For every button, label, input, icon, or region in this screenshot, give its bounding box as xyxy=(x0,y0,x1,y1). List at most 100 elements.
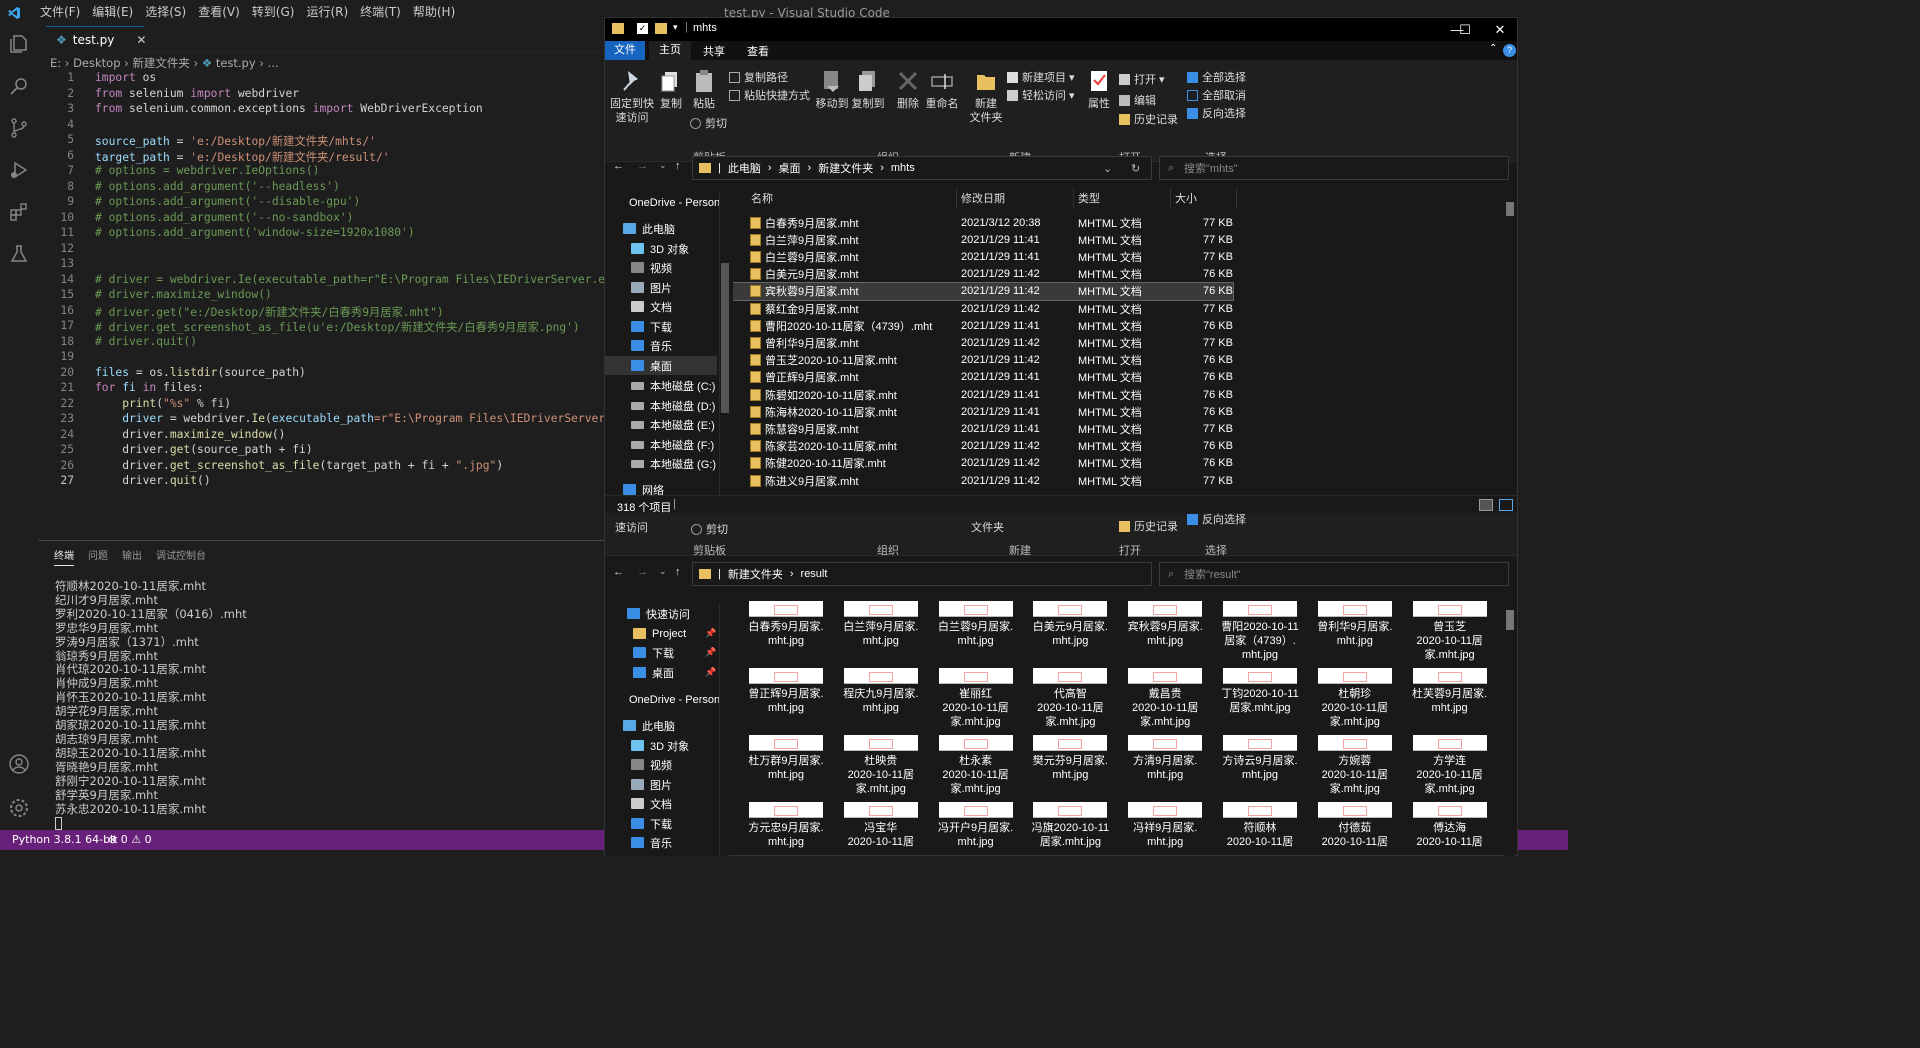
move-to-button[interactable]: 移动到 xyxy=(815,68,849,111)
maximize-button[interactable]: ☐ xyxy=(1446,18,1484,41)
image-thumbnail[interactable]: 戴昌贵 2020-10-11居 家.mht.jpg xyxy=(1120,668,1210,729)
file-row[interactable]: 白兰萍9月居家.mht 2021/1/29 11:41 MHTML 文档 77 KB xyxy=(733,231,1233,248)
nav-pictures[interactable]: 图片 xyxy=(605,775,717,794)
image-thumbnail[interactable]: 白兰萍9月居家. mht.jpg xyxy=(836,601,926,648)
extensions-icon[interactable] xyxy=(7,200,31,224)
nav-drive-g[interactable]: 本地磁盘 (G:) xyxy=(605,454,717,473)
image-thumbnail[interactable]: 方诗云9月居家. mht.jpg xyxy=(1215,735,1305,782)
easy-access-button[interactable]: 轻松访问 ▾ xyxy=(1007,87,1075,103)
nav-this-pc[interactable]: 此电脑 xyxy=(605,219,717,238)
nav-pictures[interactable]: 图片 xyxy=(605,278,717,297)
nav-3d-objects[interactable]: 3D 对象 xyxy=(605,239,717,258)
breadcrumb-file[interactable]: test.py xyxy=(216,56,256,70)
scroll-thumb[interactable] xyxy=(721,263,729,413)
tab-terminal[interactable]: 终端 xyxy=(54,547,74,566)
tab-problems[interactable]: 问题 xyxy=(88,547,108,566)
history-button[interactable]: 历史记录 xyxy=(1119,111,1178,127)
up-arrow-icon[interactable]: ↑ xyxy=(675,160,681,172)
image-thumbnail[interactable]: 冯开户9月居家. mht.jpg xyxy=(931,802,1021,849)
address-bar[interactable]: | 新建文件夹 › result xyxy=(692,562,1152,586)
testing-flask-icon[interactable] xyxy=(7,242,31,266)
tab-file[interactable]: 文件 xyxy=(605,41,645,60)
breadcrumb-drive[interactable]: E: xyxy=(50,56,61,70)
scroll-thumb[interactable] xyxy=(1506,202,1514,216)
address-dropdown-icon[interactable]: ⌄ xyxy=(1103,162,1112,175)
back-arrow-icon[interactable]: ← xyxy=(613,160,624,172)
crumb-result[interactable]: result xyxy=(801,568,828,580)
forward-arrow-icon[interactable]: → xyxy=(637,160,648,172)
image-thumbnail[interactable]: 丁钧2020-10-11 居家.mht.jpg xyxy=(1215,668,1305,715)
search-icon[interactable] xyxy=(7,74,31,98)
file-row[interactable]: 陈进义9月居家.mht 2021/1/29 11:42 MHTML 文档 77 KB xyxy=(733,472,1233,489)
back-arrow-icon[interactable]: ← xyxy=(613,566,624,578)
copy-button[interactable]: 复制 xyxy=(657,68,685,111)
nav-drive-e[interactable]: 本地磁盘 (E:) xyxy=(605,415,717,434)
nav-onedrive[interactable]: OneDrive - Person xyxy=(605,690,720,709)
pin-quick-access-button[interactable]: 固定到快 速访问 xyxy=(609,68,655,125)
file-row[interactable]: 白美元9月居家.mht 2021/1/29 11:42 MHTML 文档 76 KB xyxy=(733,266,1233,283)
tab-debug-console[interactable]: 调试控制台 xyxy=(156,547,206,566)
image-thumbnail[interactable]: 宾秋蓉9月居家. mht.jpg xyxy=(1120,601,1210,648)
image-thumbnail[interactable]: 杜芙蓉9月居家. mht.jpg xyxy=(1405,668,1495,715)
nav-drive-d[interactable]: 本地磁盘 (D:) xyxy=(605,396,717,415)
image-thumbnail[interactable]: 冯祥9月居家. mht.jpg xyxy=(1120,802,1210,849)
file-row[interactable]: 白兰蓉9月居家.mht 2021/1/29 11:41 MHTML 文档 77 KB xyxy=(733,248,1233,265)
nav-downloads[interactable]: 下载 xyxy=(605,317,717,336)
col-name[interactable]: 名称⌃ xyxy=(747,188,957,208)
nav-drive-f[interactable]: 本地磁盘 (F:) xyxy=(605,435,717,454)
account-icon[interactable] xyxy=(7,752,31,776)
image-thumbnail[interactable]: 樊元芬9月居家. mht.jpg xyxy=(1025,735,1115,782)
image-thumbnail[interactable]: 程庆九9月居家. mht.jpg xyxy=(836,668,926,715)
new-folder-button[interactable]: 新建 文件夹 xyxy=(969,68,1003,125)
pin-quick-access-label[interactable]: 速访问 xyxy=(615,519,648,535)
nav-this-pc[interactable]: 此电脑 xyxy=(605,716,717,735)
invert-selection-button[interactable]: 反向选择 xyxy=(1187,105,1246,121)
newfolder-qa-icon[interactable] xyxy=(655,23,667,34)
nav-network[interactable]: 网络 xyxy=(605,480,717,495)
forward-arrow-icon[interactable]: → xyxy=(637,566,648,578)
col-type[interactable]: 类型 xyxy=(1074,188,1171,208)
ribbon-collapse-icon[interactable]: ⌃ xyxy=(1489,43,1497,54)
image-thumbnail[interactable]: 白兰蓉9月居家. mht.jpg xyxy=(931,601,1021,648)
nav-onedrive[interactable]: OneDrive - Person xyxy=(605,193,719,212)
nav-3d-objects[interactable]: 3D 对象 xyxy=(605,736,717,755)
tab-test-py[interactable]: ❖ test.py ✕ xyxy=(46,26,146,53)
image-thumbnail[interactable]: 付德茹 2020-10-11居 xyxy=(1310,802,1400,849)
problems-count[interactable]: ⊗ 0 ⚠ 0 xyxy=(108,833,152,846)
menu-view[interactable]: 查看(V) xyxy=(192,0,246,26)
scroll-thumb[interactable] xyxy=(1506,610,1514,630)
menu-selection[interactable]: 选择(S) xyxy=(139,0,192,26)
image-thumbnail[interactable]: 曾玉芝 2020-10-11居 家.mht.jpg xyxy=(1405,601,1495,662)
nav-drive-c[interactable]: 本地磁盘 (C:) xyxy=(605,376,717,395)
image-thumbnail[interactable]: 崔丽红 2020-10-11居 家.mht.jpg xyxy=(931,668,1021,729)
breadcrumb-desktop[interactable]: Desktop xyxy=(73,56,120,70)
paste-shortcut-button[interactable]: 粘贴快捷方式 xyxy=(729,87,810,103)
nav-project[interactable]: Project 📌 xyxy=(605,624,717,643)
image-thumbnail[interactable]: 方元忠9月居家. mht.jpg xyxy=(741,802,831,849)
invert-selection-button[interactable]: 反向选择 xyxy=(1187,511,1246,527)
image-thumbnail[interactable]: 杜映贵 2020-10-11居 家.mht.jpg xyxy=(836,735,926,796)
copy-path-button[interactable]: 复制路径 xyxy=(729,69,788,85)
address-bar[interactable]: | 此电脑 › 桌面 › 新建文件夹 › mhts ⌄ ↻ xyxy=(692,156,1152,180)
nav-desktop[interactable]: 桌面 📌 xyxy=(605,663,717,682)
close-button[interactable]: ✕ xyxy=(1481,18,1519,41)
menu-run[interactable]: 运行(R) xyxy=(300,0,354,26)
menu-terminal[interactable]: 终端(T) xyxy=(354,0,407,26)
image-thumbnail[interactable]: 白美元9月居家. mht.jpg xyxy=(1025,601,1115,648)
image-thumbnail[interactable]: 白春秀9月居家. mht.jpg xyxy=(741,601,831,648)
file-row[interactable]: 蔡红金9月居家.mht 2021/1/29 11:42 MHTML 文档 77 KB xyxy=(733,300,1233,317)
nav-desktop[interactable]: 桌面 xyxy=(605,356,717,375)
file-row[interactable]: 曾利华9月居家.mht 2021/1/29 11:42 MHTML 文档 77 KB xyxy=(733,334,1233,351)
edit-button[interactable]: 编辑 xyxy=(1119,92,1156,108)
nav-music[interactable]: 音乐 xyxy=(605,336,717,355)
delete-button[interactable]: 删除 xyxy=(895,68,921,111)
image-thumbnail[interactable]: 冯旗2020-10-11 居家.mht.jpg xyxy=(1025,802,1115,849)
crumb-new-folder[interactable]: 新建文件夹 xyxy=(728,566,783,582)
crumb-new-folder[interactable]: 新建文件夹 xyxy=(818,160,873,176)
menu-file[interactable]: 文件(F) xyxy=(34,0,86,26)
details-view-icon[interactable] xyxy=(1479,499,1493,511)
content-scrollbar[interactable] xyxy=(1505,604,1515,856)
breadcrumb-folder[interactable]: 新建文件夹 xyxy=(132,56,190,70)
crumb-desktop[interactable]: 桌面 xyxy=(779,160,801,176)
image-thumbnail[interactable]: 曹阳2020-10-11 居家（4739）. mht.jpg xyxy=(1215,601,1305,662)
